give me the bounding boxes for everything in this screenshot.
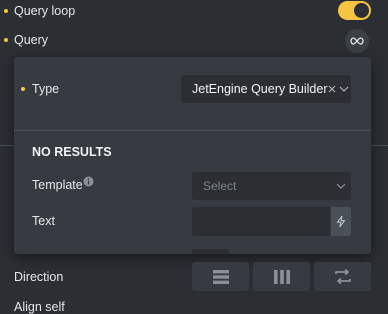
info-icon[interactable] xyxy=(83,176,94,187)
rows-icon xyxy=(212,269,229,284)
type-select-value: JetEngine Query Builder xyxy=(192,82,328,96)
template-label: Template xyxy=(32,178,83,192)
type-label: Type xyxy=(32,82,60,96)
hidden-field-edge xyxy=(192,249,229,254)
section-divider xyxy=(0,145,14,146)
text-input[interactable] xyxy=(192,207,330,236)
query-settings-popup: Type JetEngine Query Builder NO RESULTS … xyxy=(14,57,371,254)
direction-label: Direction xyxy=(14,270,64,284)
query-infinity-button[interactable] xyxy=(345,29,369,53)
dynamic-data-button[interactable] xyxy=(331,207,351,236)
query-loop-toggle[interactable] xyxy=(338,1,371,20)
toggle-knob xyxy=(354,3,369,18)
template-select[interactable]: Select xyxy=(192,172,351,200)
direction-column-button[interactable] xyxy=(253,262,310,291)
chevron-down-icon xyxy=(331,183,351,189)
modified-indicator-dot xyxy=(4,9,8,13)
infinity-icon xyxy=(350,37,364,45)
modified-indicator-dot xyxy=(21,87,25,91)
modified-indicator-dot xyxy=(4,38,8,42)
text-label: Text xyxy=(32,214,55,228)
align-self-label: Align self xyxy=(14,300,65,314)
columns-icon xyxy=(273,269,290,284)
chevron-down-icon[interactable] xyxy=(337,86,351,92)
lightning-icon xyxy=(336,215,346,228)
reverse-icon xyxy=(334,269,351,284)
clear-icon[interactable] xyxy=(328,85,338,93)
direction-reverse-button[interactable] xyxy=(314,262,371,291)
direction-row-button[interactable] xyxy=(192,262,249,291)
section-divider xyxy=(371,145,388,146)
query-loop-label: Query loop xyxy=(14,4,76,18)
type-select[interactable]: JetEngine Query Builder xyxy=(181,75,351,103)
no-results-heading: NO RESULTS xyxy=(32,145,112,159)
popup-divider xyxy=(14,130,371,131)
query-label: Query xyxy=(14,33,49,47)
template-select-placeholder: Select xyxy=(203,179,237,193)
